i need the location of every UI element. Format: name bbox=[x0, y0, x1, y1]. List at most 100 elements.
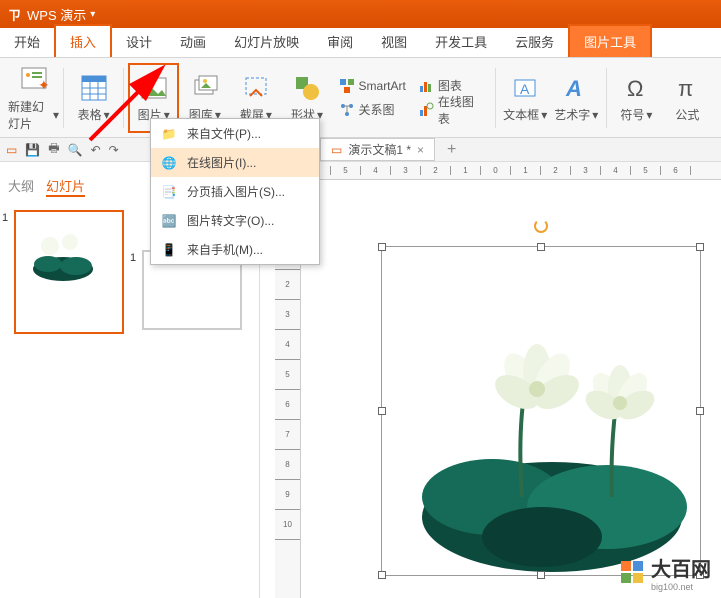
doc-tab-title: 演示文稿1 * bbox=[348, 141, 411, 158]
dd-ocr[interactable]: 🔤 图片转文字(O)... bbox=[151, 206, 319, 235]
textbox-icon: A bbox=[509, 72, 541, 104]
new-slide-label: 新建幻灯片 bbox=[8, 98, 51, 132]
canvas-area: 6543210123456 1012345678910 bbox=[275, 162, 721, 598]
ribbon-divider bbox=[123, 68, 124, 128]
resize-handle[interactable] bbox=[378, 407, 386, 415]
watermark-sub: big100.net bbox=[651, 582, 711, 592]
qat-save-icon[interactable]: 💾 bbox=[25, 143, 40, 157]
doc-tab[interactable]: ▭ 演示文稿1 * × bbox=[320, 138, 435, 161]
svg-text:A: A bbox=[520, 81, 530, 97]
screenshot-icon bbox=[240, 72, 272, 104]
dd-paged-insert[interactable]: 📑 分页插入图片(S)... bbox=[151, 177, 319, 206]
title-caret-icon[interactable]: ▾ bbox=[90, 9, 95, 20]
wordart-icon: A bbox=[560, 72, 592, 104]
resize-handle[interactable] bbox=[696, 407, 704, 415]
doc-tab-close-icon[interactable]: × bbox=[417, 143, 424, 157]
symbol-label: 符号 bbox=[620, 106, 644, 123]
resize-handle[interactable] bbox=[696, 243, 704, 251]
qat-redo-icon[interactable]: ↷ bbox=[109, 143, 119, 157]
folder-icon: 📁 bbox=[161, 126, 177, 142]
new-slide-icon: ✦ bbox=[18, 64, 50, 96]
table-label: 表格 bbox=[78, 106, 102, 123]
dd-from-phone[interactable]: 📱 来自手机(M)... bbox=[151, 235, 319, 264]
chart-label: 图表 bbox=[438, 77, 462, 94]
doc-tab-icon: ▭ bbox=[331, 143, 342, 157]
symbol-button[interactable]: Ω 符号▾ bbox=[611, 63, 662, 133]
rotate-handle-icon[interactable] bbox=[534, 219, 548, 233]
online-chart-label: 在线图表 bbox=[438, 93, 485, 127]
svg-text:A: A bbox=[565, 76, 582, 101]
caret-icon: ▾ bbox=[541, 108, 547, 122]
thumb-number: 1 bbox=[2, 212, 8, 224]
textbox-button[interactable]: A 文本框▾ bbox=[500, 63, 551, 133]
doc-tab-add-button[interactable]: + bbox=[447, 141, 456, 159]
online-chart-icon bbox=[418, 102, 434, 118]
wordart-label: 艺术字 bbox=[554, 106, 590, 123]
dd-label: 图片转文字(O)... bbox=[187, 212, 274, 229]
outline-tab-slides[interactable]: 幻灯片 bbox=[46, 176, 85, 197]
tab-picture-tools[interactable]: 图片工具 bbox=[568, 24, 652, 57]
dd-online-picture[interactable]: 🌐在线图片(I)... bbox=[151, 148, 319, 177]
relation-icon bbox=[339, 102, 355, 118]
table-button[interactable]: 表格▾ bbox=[68, 63, 119, 133]
equation-icon: π bbox=[671, 72, 703, 104]
relation-label: 关系图 bbox=[359, 101, 395, 118]
equation-button[interactable]: π 公式 bbox=[662, 63, 713, 133]
thumb-number: 1 bbox=[130, 252, 136, 264]
wordart-button[interactable]: A 艺术字▾ bbox=[551, 63, 602, 133]
qat-new-icon[interactable]: ▭ bbox=[6, 143, 17, 157]
outline-tab-outline[interactable]: 大纲 bbox=[8, 176, 34, 197]
thumbnail-image bbox=[28, 224, 98, 284]
watermark: 大百网 big100.net bbox=[619, 553, 711, 592]
tab-start[interactable]: 开始 bbox=[0, 26, 54, 57]
qat-preview-icon[interactable]: 🔍 bbox=[68, 143, 83, 157]
tab-insert[interactable]: 插入 bbox=[54, 24, 112, 57]
resize-handle[interactable] bbox=[537, 571, 545, 579]
online-chart-button[interactable]: 在线图表 bbox=[418, 100, 485, 120]
resize-handle[interactable] bbox=[378, 571, 386, 579]
ocr-icon: 🔤 bbox=[161, 213, 177, 229]
new-slide-button[interactable]: ✦ 新建幻灯片▾ bbox=[8, 63, 59, 133]
doc-tab-bar: ▭ 演示文稿1 * × + bbox=[320, 138, 721, 162]
tab-devtools[interactable]: 开发工具 bbox=[421, 26, 501, 57]
dd-from-file[interactable]: 📁来自文件(P)... bbox=[151, 119, 319, 148]
chart-icon bbox=[418, 78, 434, 94]
smartart-button[interactable]: SmartArt bbox=[339, 76, 406, 96]
tab-design[interactable]: 设计 bbox=[112, 26, 166, 57]
selection-box[interactable] bbox=[381, 246, 701, 576]
caret-icon: ▾ bbox=[104, 108, 110, 122]
ribbon-tabs: 开始 插入 设计 动画 幻灯片放映 审阅 视图 开发工具 云服务 图片工具 bbox=[0, 28, 721, 58]
slide-canvas[interactable] bbox=[301, 180, 721, 598]
ribbon-divider bbox=[606, 68, 607, 128]
tab-review[interactable]: 审阅 bbox=[313, 26, 367, 57]
tab-animation[interactable]: 动画 bbox=[166, 26, 220, 57]
ribbon-divider bbox=[63, 68, 64, 128]
textbox-label: 文本框 bbox=[503, 106, 539, 123]
svg-text:Ω: Ω bbox=[627, 76, 643, 101]
caret-icon: ▾ bbox=[646, 108, 652, 122]
dd-label: 分页插入图片(S)... bbox=[187, 183, 285, 200]
picture-dropdown: 📁来自文件(P)... 🌐在线图片(I)... 📑 分页插入图片(S)... 🔤 图… bbox=[150, 118, 320, 265]
wps-logo-icon: ㄗ bbox=[8, 5, 21, 24]
qat-undo-icon[interactable]: ↶ bbox=[91, 143, 101, 157]
equation-label: 公式 bbox=[675, 106, 699, 123]
watermark-text: 大百网 bbox=[651, 559, 711, 581]
phone-icon: 📱 bbox=[161, 242, 177, 258]
horizontal-ruler: 6543210123456 bbox=[301, 162, 721, 180]
relation-button[interactable]: 关系图 bbox=[339, 100, 406, 120]
resize-handle[interactable] bbox=[537, 243, 545, 251]
svg-text:✦: ✦ bbox=[38, 77, 48, 93]
caret-icon: ▾ bbox=[53, 108, 59, 122]
slide-thumbnail[interactable] bbox=[14, 210, 124, 334]
resize-handle[interactable] bbox=[378, 243, 386, 251]
pages-icon: 📑 bbox=[161, 184, 177, 200]
tab-view[interactable]: 视图 bbox=[367, 26, 421, 57]
qat-print-icon[interactable]: 🖶 bbox=[48, 139, 59, 160]
app-title: WPS 演示 bbox=[27, 5, 86, 24]
tab-cloud[interactable]: 云服务 bbox=[501, 26, 568, 57]
ribbon: ✦ 新建幻灯片▾ 表格▾ 图片▾ 图库▾ 截屏▾ 形状▾ SmartArt 关系… bbox=[0, 58, 721, 138]
watermark-logo-icon bbox=[619, 559, 647, 587]
dd-label: 来自手机(M)... bbox=[187, 241, 263, 258]
ribbon-divider bbox=[495, 68, 496, 128]
tab-slideshow[interactable]: 幻灯片放映 bbox=[220, 26, 313, 57]
